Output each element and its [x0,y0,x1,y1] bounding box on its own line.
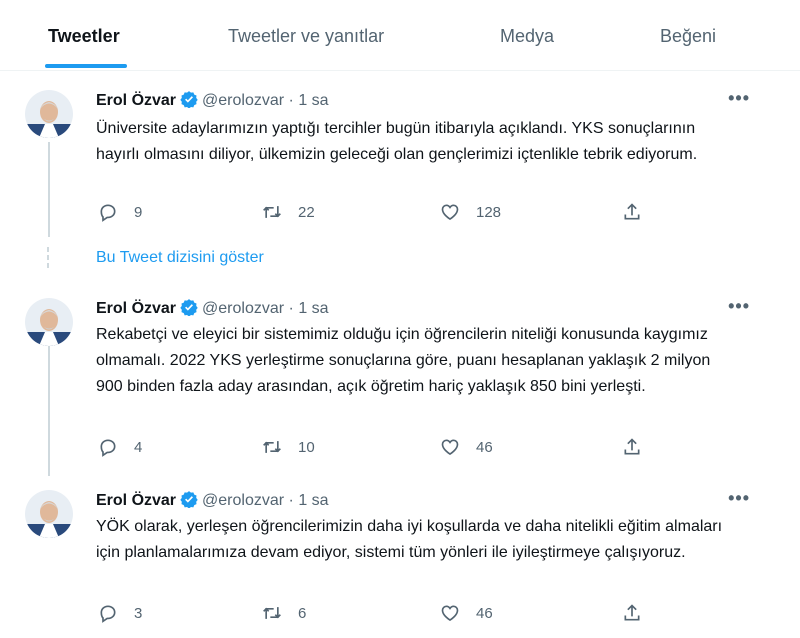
verified-icon [180,490,198,509]
retweet-icon [263,441,281,453]
active-tab-indicator [45,64,127,68]
like-count: 46 [476,438,493,456]
tab-tweets-and-replies[interactable]: Tweetler ve yanıtlar [228,26,384,47]
tweet-header: Erol Özvar @erolozvar · 1 sa [96,298,329,318]
reply-button[interactable]: 9 [98,202,142,222]
retweet-button[interactable]: 22 [262,202,315,222]
tweet-text: Rekabetçi ve eleyici bir sistemimiz oldu… [96,326,711,395]
heart-icon [441,605,459,622]
profile-tabs: Tweetler Tweetler ve yanıtlar Medya Beğe… [0,0,800,71]
more-icon[interactable]: ••• [728,488,750,509]
author-handle[interactable]: @erolozvar [202,92,284,109]
retweet-count: 22 [298,203,315,221]
retweet-count: 10 [298,438,315,456]
like-button[interactable]: 128 [440,202,501,222]
avatar[interactable] [25,298,73,346]
share-button[interactable] [622,202,658,222]
timestamp[interactable]: 1 sa [298,92,328,109]
reply-count: 9 [134,203,143,221]
timestamp[interactable]: 1 sa [298,492,328,509]
thread-gap-dots [47,244,49,271]
tweet-header: Erol Özvar @erolozvar · 1 sa [96,490,329,510]
tab-likes[interactable]: Beğeni [660,26,716,47]
separator: · [288,92,294,109]
timestamp[interactable]: 1 sa [298,300,328,317]
share-button[interactable] [622,603,658,623]
share-icon [624,604,640,621]
retweet-button[interactable]: 6 [262,603,306,623]
share-icon [624,438,640,455]
heart-icon [441,204,459,221]
author-handle[interactable]: @erolozvar [202,492,284,509]
verified-icon [180,90,198,109]
author-name[interactable]: Erol Özvar [96,492,176,509]
tweet-text: YÖK olarak, yerleşen öğrencilerimizin da… [96,518,723,561]
reply-count: 3 [134,604,143,622]
retweet-count: 6 [298,604,307,622]
like-button[interactable]: 46 [440,437,493,457]
reply-count: 4 [134,438,143,456]
tweet-text: Üniversite adaylarımızın yaptığı tercihl… [96,120,698,163]
like-count: 46 [476,604,493,622]
thread-line [48,346,50,476]
retweet-button[interactable]: 10 [262,437,315,457]
reply-button[interactable]: 3 [98,603,142,623]
heart-icon [441,439,459,456]
retweet-icon [263,607,281,619]
tab-tweets[interactable]: Tweetler [48,26,120,47]
thread-line [48,142,50,237]
verified-icon [180,298,198,317]
tweet-header: Erol Özvar @erolozvar · 1 sa [96,90,329,110]
author-name[interactable]: Erol Özvar [96,300,176,317]
more-icon[interactable]: ••• [728,88,750,109]
avatar[interactable] [25,90,73,138]
show-thread-link[interactable]: Bu Tweet dizisini göster [96,249,264,267]
author-handle[interactable]: @erolozvar [202,300,284,317]
share-icon [624,203,640,220]
separator: · [288,300,294,317]
separator: · [288,492,294,509]
like-count: 128 [476,203,502,221]
avatar[interactable] [25,490,73,538]
reply-icon [100,439,116,457]
more-icon[interactable]: ••• [728,296,750,317]
reply-icon [100,605,116,623]
like-button[interactable]: 46 [440,603,493,623]
author-name[interactable]: Erol Özvar [96,92,176,109]
share-button[interactable] [622,437,658,457]
retweet-icon [263,206,281,218]
reply-icon [100,204,116,222]
reply-button[interactable]: 4 [98,437,142,457]
tab-media[interactable]: Medya [500,26,554,47]
